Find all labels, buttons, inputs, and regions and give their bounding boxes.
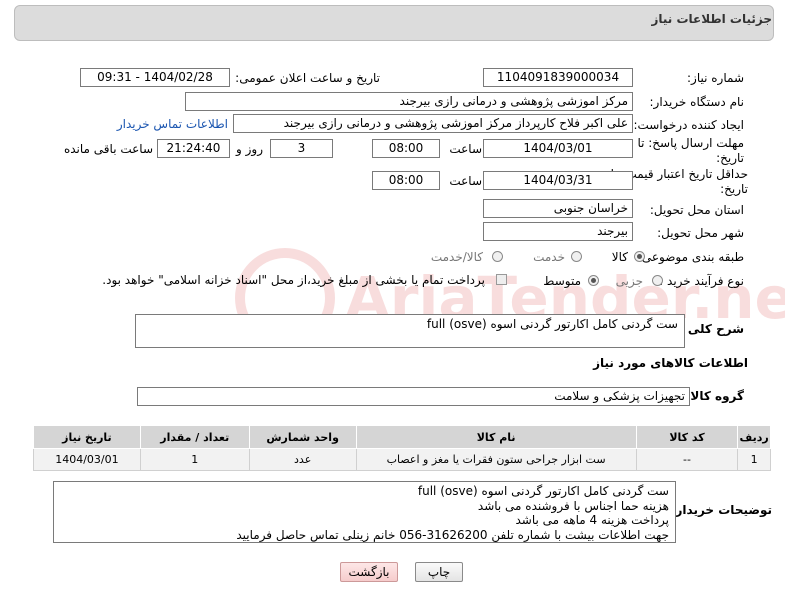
price-validity-time-label: ساعت <box>449 174 482 188</box>
process-radio-minor[interactable] <box>652 275 663 286</box>
buyer-org-label: نام دستگاه خریدار: <box>649 95 745 109</box>
category-radio-goods-service[interactable] <box>492 251 503 262</box>
page-title: جزئیات اطلاعات نیاز <box>651 12 772 26</box>
buyer-notes-line-4: جهت اطلاعات بیشت با شماره تلفن 31626200-… <box>236 527 669 542</box>
deadline-label: مهلت ارسال پاسخ: تا تاریخ: <box>637 136 744 165</box>
buyer-org-field: مرکز اموزشی پژوهشی و درمانی رازی بیرجند <box>185 92 633 111</box>
province-field: خراسان جنوبی <box>483 199 633 218</box>
back-button[interactable]: بازگشت <box>340 562 398 582</box>
need-number-label: شماره نیاز: <box>687 71 744 85</box>
print-button[interactable]: چاپ <box>415 562 463 582</box>
deadline-time-label: ساعت <box>449 142 482 156</box>
category-radio-service[interactable] <box>571 251 582 262</box>
process-option-minor: جزیی <box>615 274 643 288</box>
cell-name: ست ابزار جراحی ستون فقرات یا مغز و اعصاب <box>355 448 637 471</box>
remaining-time-label: ساعت باقی مانده <box>63 142 153 156</box>
buyer-notes-line-2: هزینه حما اجناس با فروشنده می باشد <box>477 498 669 513</box>
buyer-contact-link[interactable]: اطلاعات تماس خریدار <box>117 117 228 131</box>
goods-table-header: ردیف کد کالا نام کالا واحد شمارش تعداد /… <box>33 425 771 449</box>
price-validity-date-field: 1404/03/31 <box>483 171 633 190</box>
category-option-service: خدمت <box>533 250 565 264</box>
deadline-time-field: 08:00 <box>372 139 440 158</box>
requester-field: علی اکبر فلاح کارپرداز مرکز اموزشی پژوهش… <box>233 114 633 133</box>
col-qty: تعداد / مقدار <box>139 425 250 449</box>
category-label: طبقه بندی موضوعی: <box>637 250 744 264</box>
process-option-medium: متوسط <box>543 274 581 288</box>
announce-label: تاریخ و ساعت اعلان عمومی: <box>235 71 380 85</box>
requester-label: ایجاد کننده درخواست: <box>633 118 744 132</box>
announce-field: 1404/02/28 - 09:31 <box>80 68 230 87</box>
price-validity-time-field: 08:00 <box>372 171 440 190</box>
remaining-time-field: 21:24:40 <box>157 139 230 158</box>
goods-group-label: گروه کالا: <box>685 389 744 403</box>
summary-text: ست گردنی کامل اکارتور گردنی اسوه (full (… <box>426 317 678 331</box>
city-label: شهر محل تحویل: <box>657 226 744 240</box>
table-row[interactable]: 1 -- ست ابزار جراحی ستون فقرات یا مغز و … <box>33 448 771 471</box>
cell-qty: 1 <box>139 448 250 471</box>
category-option-goods-service: کالا/خدمت <box>430 250 483 264</box>
goods-section-title: اطلاعات کالاهای مورد نیاز <box>593 356 748 370</box>
cell-code: -- <box>635 448 739 471</box>
province-label: استان محل تحویل: <box>649 203 744 217</box>
deadline-days-field: 3 <box>270 139 333 158</box>
goods-group-field: تجهیزات پزشکی و سلامت <box>137 387 690 406</box>
col-name: نام کالا <box>355 425 637 449</box>
col-code: کد کالا <box>635 425 739 449</box>
buyer-notes-line-3: پرداخت هزینه 4 ماهه می باشد <box>515 513 669 527</box>
category-option-goods: کالا <box>611 250 628 264</box>
buyer-notes-line-1: ست گردنی کامل اکارتور گردنی اسوه (full (… <box>417 484 669 498</box>
deadline-days-label: روز و <box>236 142 263 156</box>
category-radio-goods[interactable] <box>634 251 645 262</box>
need-number-field: 1104091839000034 <box>483 68 633 87</box>
summary-field: ست گردنی کامل اکارتور گردنی اسوه (full (… <box>135 314 685 348</box>
buyer-notes-field: ست گردنی کامل اکارتور گردنی اسوه (full (… <box>53 481 676 543</box>
col-date: تاریخ نیاز <box>33 425 141 449</box>
cell-unit: عدد <box>248 448 357 471</box>
treasury-note: پرداخت تمام یا بخشی از مبلغ خرید،از محل … <box>102 273 485 287</box>
cell-date: 1404/03/01 <box>33 448 141 471</box>
cell-row: 1 <box>737 448 771 471</box>
deadline-date-field: 1404/03/01 <box>483 139 633 158</box>
city-field: بیرجند <box>483 222 633 241</box>
process-label: نوع فرآیند خرید : <box>659 274 744 288</box>
treasury-checkbox[interactable] <box>496 274 507 285</box>
col-unit: واحد شمارش <box>248 425 357 449</box>
col-row: ردیف <box>737 425 771 449</box>
buyer-notes-label: توضیحات خریدار: <box>670 503 772 517</box>
goods-table: ردیف کد کالا نام کالا واحد شمارش تعداد /… <box>33 425 771 471</box>
process-radio-medium[interactable] <box>588 275 599 286</box>
